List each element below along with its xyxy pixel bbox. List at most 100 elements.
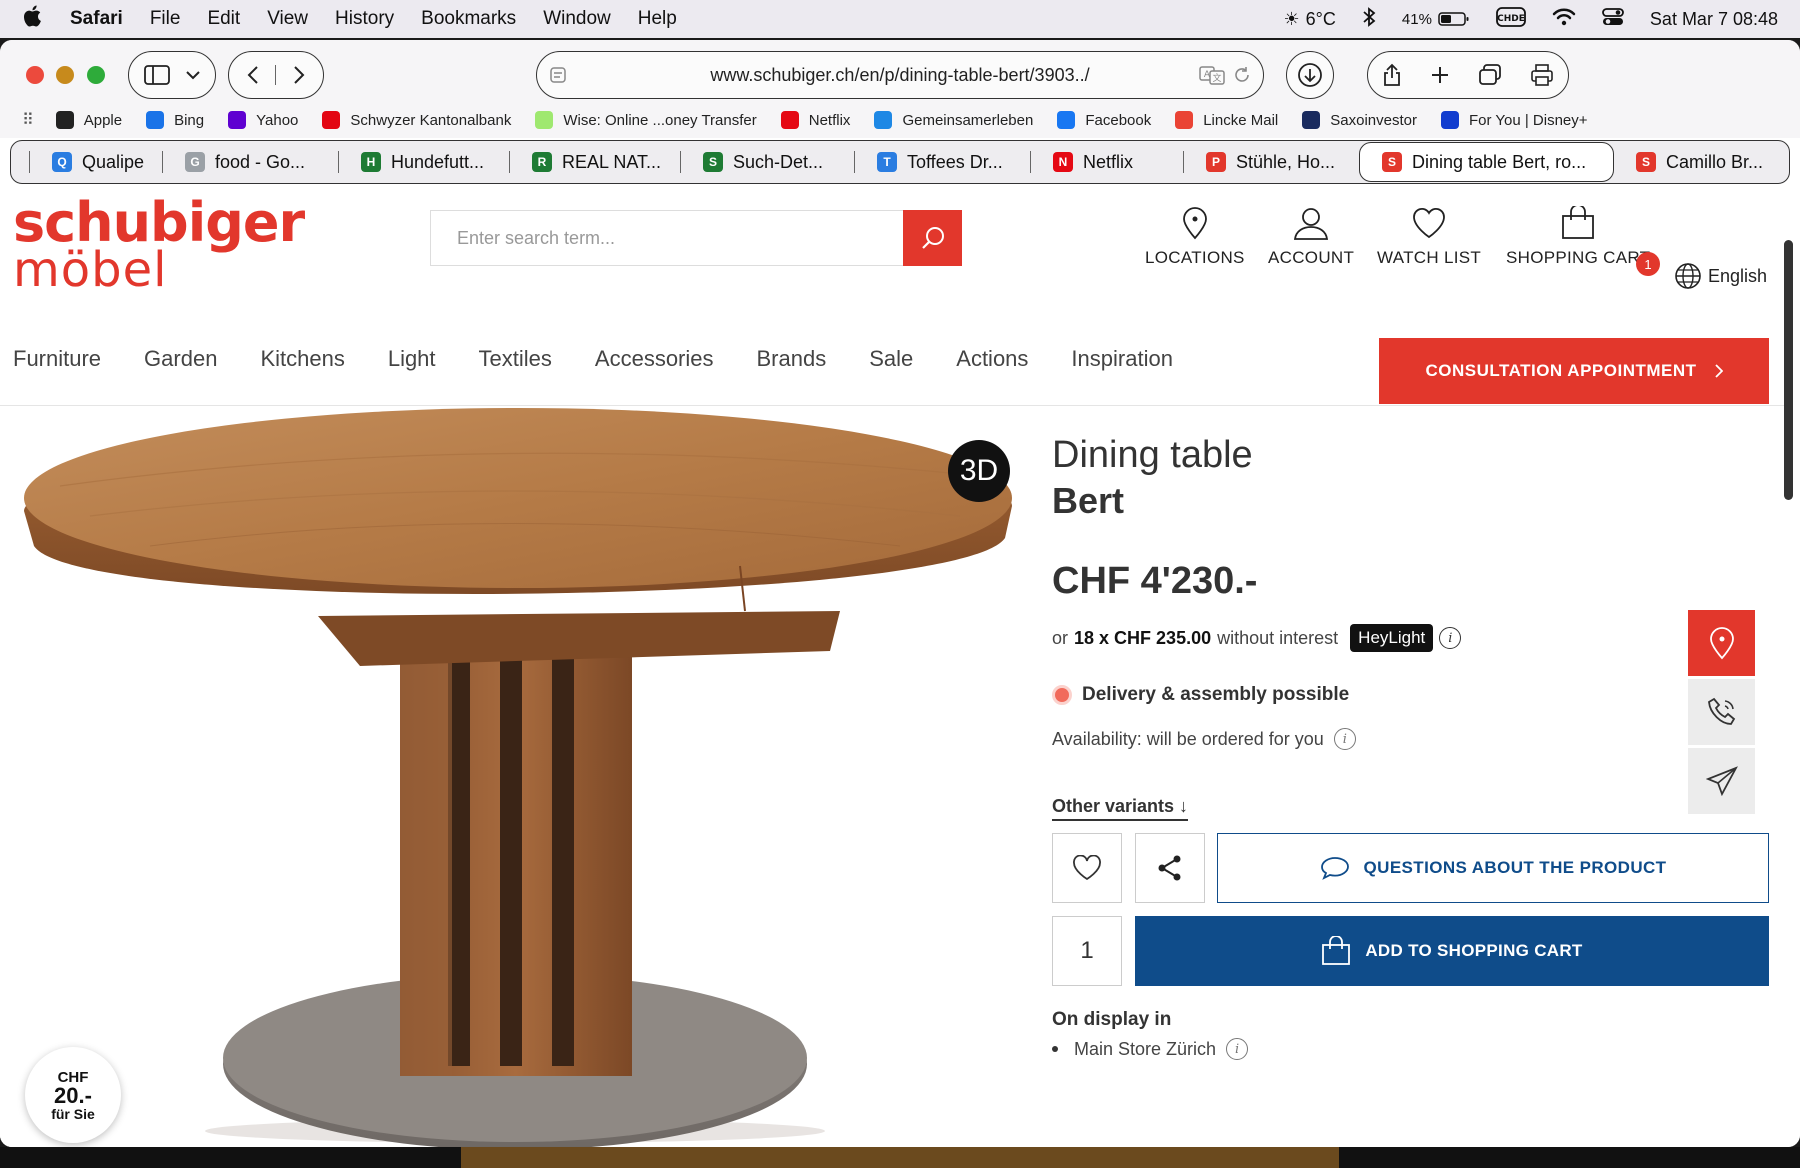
menu-view[interactable]: View [267, 8, 308, 30]
menu-window[interactable]: Window [543, 8, 611, 30]
view-3d-button[interactable]: 3D [948, 440, 1010, 502]
add-to-watchlist-button[interactable] [1052, 833, 1122, 903]
scrollbar-thumb[interactable] [1784, 240, 1793, 500]
favorite-item[interactable]: Facebook [1057, 111, 1151, 129]
downloads-button[interactable] [1286, 51, 1334, 99]
menu-file[interactable]: File [150, 8, 181, 30]
menu-bookmarks[interactable]: Bookmarks [421, 8, 516, 30]
side-locations-button[interactable] [1688, 610, 1755, 676]
questions-about-product-button[interactable]: QUESTIONS ABOUT THE PRODUCT [1217, 833, 1769, 903]
translate-icon[interactable]: A文 [1199, 65, 1225, 85]
back-button[interactable] [230, 65, 276, 85]
tab[interactable]: P Stühle, Ho... [1184, 142, 1359, 182]
tab[interactable]: T Toffees Dr... [855, 142, 1030, 182]
add-to-cart-label: ADD TO SHOPPING CART [1365, 941, 1583, 960]
weather-status[interactable]: ☀ 6°C [1284, 9, 1336, 30]
tab[interactable]: Gfood - Go... [163, 142, 338, 182]
favorite-label: Gemeinsamerleben [902, 111, 1034, 129]
favorite-item[interactable]: Netflix [780, 111, 850, 129]
menu-clock[interactable]: Sat Mar 7 08:48 [1650, 9, 1778, 30]
site-logo[interactable]: schubiger möbel [13, 196, 305, 295]
favorite-item[interactable]: Gemeinsamerleben [874, 111, 1033, 129]
favorite-item[interactable]: Wise: Online ...oney Transfer [535, 111, 757, 129]
share-icon[interactable] [1382, 63, 1402, 87]
menu-edit[interactable]: Edit [207, 8, 240, 30]
keyboard-input-icon[interactable]: CHDE [1496, 6, 1526, 32]
tab-active[interactable]: S Dining table Bert, ro... [1359, 142, 1614, 182]
bluetooth-icon[interactable] [1362, 6, 1376, 32]
forward-button[interactable] [276, 65, 322, 85]
tab[interactable]: S Such-Det... [681, 142, 854, 182]
menu-app-name[interactable]: Safari [70, 8, 123, 30]
favorite-item[interactable]: Saxoinvestor [1302, 111, 1417, 129]
promo-voucher-badge[interactable]: CHF 20.- für Sie [25, 1047, 121, 1143]
finance-info-icon[interactable]: i [1439, 627, 1462, 649]
tab[interactable]: N Netflix [1031, 142, 1183, 182]
tab-title: REAL NAT... [562, 151, 662, 172]
page-scrollbar[interactable] [1781, 240, 1795, 1140]
on-display-store: Main Store Zürich i [1052, 1038, 1249, 1060]
nav-inspiration[interactable]: Inspiration [1071, 346, 1173, 372]
account-link[interactable]: ACCOUNT [1268, 206, 1354, 268]
favorite-item[interactable]: Schwyzer Kantonalbank [322, 111, 511, 129]
tab[interactable]: R REAL NAT... [510, 142, 680, 182]
print-icon[interactable] [1530, 64, 1554, 86]
heart-icon [1413, 207, 1445, 239]
menu-history[interactable]: History [335, 8, 394, 30]
nav-garden[interactable]: Garden [144, 346, 217, 372]
wifi-icon[interactable] [1552, 8, 1576, 31]
apple-menu-icon[interactable] [23, 5, 50, 33]
menu-help[interactable]: Help [638, 8, 677, 30]
address-bar[interactable]: www.schubiger.ch/en/p/dining-table-bert/… [536, 51, 1264, 99]
consultation-appointment-button[interactable]: CONSULTATION APPOINTMENT [1379, 338, 1769, 404]
new-tab-icon[interactable] [1430, 65, 1450, 85]
favorite-label: Apple [83, 111, 123, 129]
favorite-item[interactable]: Lincke Mail [1175, 111, 1278, 129]
search-input[interactable]: Enter search term... [430, 210, 904, 266]
zoom-window-button[interactable] [87, 66, 105, 84]
nav-brands[interactable]: Brands [757, 346, 827, 372]
tab[interactable]: Q Qualipe [30, 142, 162, 182]
store-info-icon[interactable]: i [1226, 1038, 1249, 1060]
quantity-input[interactable]: 1 [1052, 916, 1122, 986]
watchlist-link[interactable]: WATCH LIST [1377, 206, 1481, 268]
nav-textiles[interactable]: Textiles [479, 346, 552, 372]
close-window-button[interactable] [26, 66, 44, 84]
page-settings-icon[interactable] [549, 66, 567, 84]
side-send-button[interactable] [1688, 748, 1755, 814]
battery-status[interactable]: 41% [1402, 11, 1470, 28]
tab[interactable]: H Hundefutt... [339, 142, 509, 182]
product-image[interactable] [0, 406, 1035, 1147]
sidebar-toggle-button[interactable] [128, 51, 216, 99]
favorite-item[interactable]: Apple [55, 111, 123, 129]
control-center-icon[interactable] [1602, 7, 1624, 32]
minimize-window-button[interactable] [56, 66, 74, 84]
shopping-cart-link[interactable]: SHOPPING CART [1506, 206, 1650, 268]
reload-icon[interactable] [1233, 66, 1251, 84]
locations-link[interactable]: LOCATIONS [1145, 206, 1245, 268]
nav-furniture[interactable]: Furniture [13, 346, 101, 372]
favicon-icon: P [1206, 152, 1226, 172]
favorite-item[interactable]: Bing [146, 111, 204, 129]
nav-actions[interactable]: Actions [956, 346, 1028, 372]
background-window-edge [461, 1147, 1339, 1168]
nav-kitchens[interactable]: Kitchens [260, 346, 344, 372]
url-text[interactable]: www.schubiger.ch/en/p/dining-table-bert/… [710, 65, 1089, 86]
apps-grid-icon[interactable]: ⠿ [22, 110, 34, 130]
other-variants-link[interactable]: Other variants ↓ [1052, 796, 1189, 821]
store-name[interactable]: Main Store Zürich [1074, 1039, 1216, 1060]
tab[interactable]: S Camillo Br... [1614, 142, 1764, 182]
nav-sale[interactable]: Sale [869, 346, 913, 372]
tab-overview-icon[interactable] [1478, 64, 1502, 86]
side-phone-button[interactable] [1688, 679, 1755, 745]
share-product-button[interactable] [1135, 833, 1205, 903]
add-to-cart-button[interactable]: ADD TO SHOPPING CART [1135, 916, 1769, 986]
favorite-label: Schwyzer Kantonalbank [350, 111, 512, 129]
nav-light[interactable]: Light [388, 346, 436, 372]
availability-info-icon[interactable]: i [1333, 728, 1356, 750]
favorite-item[interactable]: Yahoo [228, 111, 298, 129]
language-selector[interactable]: English [1674, 262, 1767, 290]
nav-accessories[interactable]: Accessories [595, 346, 714, 372]
search-button[interactable] [903, 210, 962, 266]
favorite-item[interactable]: For You | Disney+ [1440, 111, 1588, 129]
